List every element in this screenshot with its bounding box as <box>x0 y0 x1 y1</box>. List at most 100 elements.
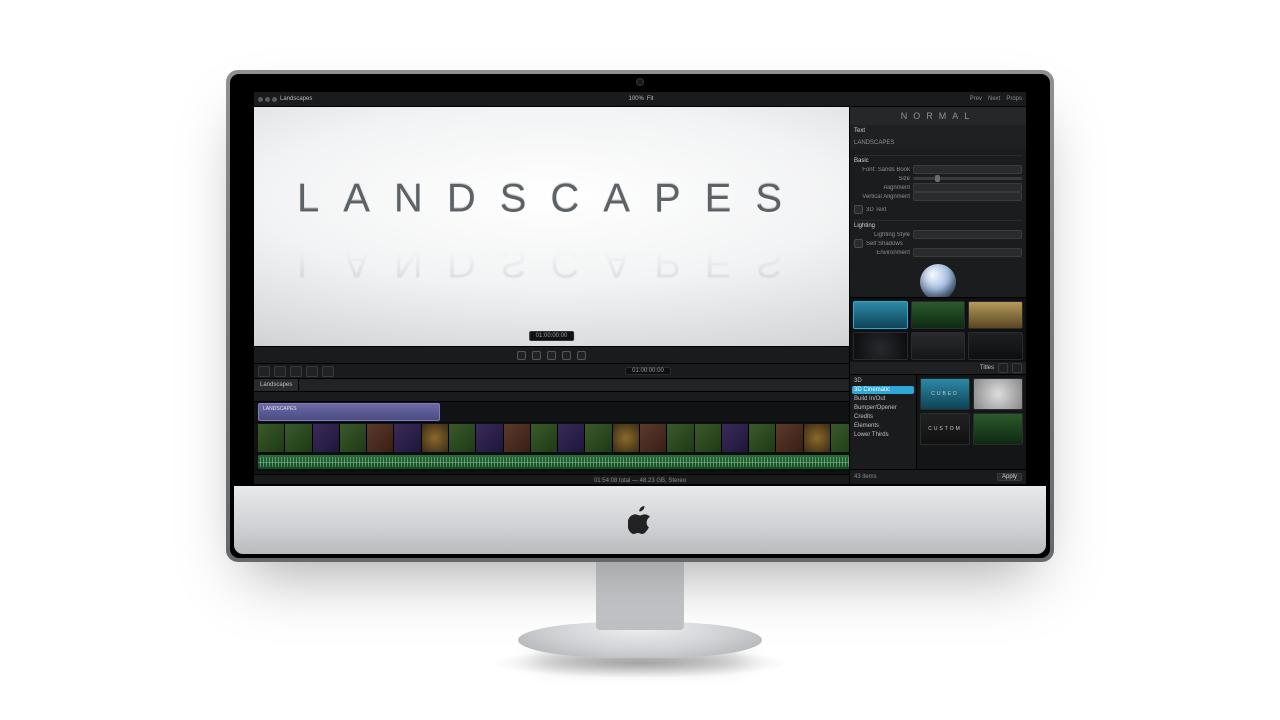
section-basic: Basic Font: Sands Book Size Alignment Ve… <box>854 153 1022 201</box>
valign-label: Vertical Alignment <box>854 194 910 200</box>
thumb <box>285 424 312 452</box>
tool-select[interactable] <box>258 366 270 377</box>
preset-2[interactable] <box>911 301 966 329</box>
thumb <box>776 424 803 452</box>
lighting-style-label: Lighting Style <box>854 232 910 238</box>
inspector-tab-text[interactable]: Text <box>850 125 1026 137</box>
timeline-tab[interactable]: Landscapes <box>254 379 299 391</box>
thumb <box>504 424 531 452</box>
browser-header: Titles <box>850 362 1026 375</box>
viewer-3d-title[interactable]: LANDSCAPES <box>297 177 806 222</box>
app-screen: Landscapes 100% Fit Prev Next Props <box>254 92 1026 484</box>
size-label: Size <box>854 176 910 182</box>
section-3d-text: 3D Text <box>854 205 1022 214</box>
thumb <box>340 424 367 452</box>
preset-5[interactable] <box>911 332 966 360</box>
category-item[interactable]: Bumper/Opener <box>852 404 914 412</box>
timeline-timecode[interactable]: 01:00:00:00 <box>625 367 671 375</box>
play-button[interactable] <box>547 351 556 360</box>
title-preset[interactable] <box>973 413 1023 445</box>
title-preset[interactable]: CUBED <box>920 378 970 410</box>
imac: Landscapes 100% Fit Prev Next Props <box>226 70 1054 562</box>
material-presets <box>850 297 1026 363</box>
fit-button[interactable]: Fit <box>647 96 654 102</box>
tool-position[interactable] <box>290 366 302 377</box>
tool-blade[interactable] <box>322 366 334 377</box>
title-preset[interactable] <box>973 378 1023 410</box>
inspector-mode[interactable]: NORMAL <box>850 107 1026 125</box>
nav-props[interactable]: Props <box>1006 96 1022 102</box>
3dtext-checkbox[interactable] <box>854 205 863 214</box>
browser-footer: 43 items Apply <box>850 469 1026 484</box>
valign-select[interactable] <box>913 192 1022 201</box>
thumb <box>722 424 749 452</box>
size-slider[interactable] <box>913 177 1022 180</box>
zoom-level[interactable]: 100% <box>628 96 643 102</box>
category-item[interactable]: Elements <box>852 422 914 430</box>
titlebar-nav: Prev Next Props <box>970 96 1022 102</box>
font-label: Font: Sands Book <box>854 167 910 173</box>
prev-frame-button[interactable] <box>532 351 541 360</box>
skip-back-button[interactable] <box>517 351 526 360</box>
thumb <box>531 424 558 452</box>
category-item[interactable]: 3D Cinematic <box>852 386 914 394</box>
category-item[interactable]: Lower Thirds <box>852 431 914 439</box>
viewer[interactable]: LANDSCAPES LANDSCAPES 01:00:00:00 <box>254 107 849 363</box>
title-clip[interactable]: LANDSCAPES <box>258 403 440 421</box>
nav-prev[interactable]: Prev <box>970 96 982 102</box>
zoom-icon[interactable] <box>272 97 277 102</box>
close-icon[interactable] <box>258 97 263 102</box>
browser-body: 3D 3D Cinematic Build In/Out Bumper/Open… <box>850 375 1026 469</box>
thumb <box>449 424 476 452</box>
preset-1[interactable] <box>853 301 908 329</box>
category-item[interactable]: Build In/Out <box>852 395 914 403</box>
self-shadows-checkbox[interactable] <box>854 239 863 248</box>
thumb <box>667 424 694 452</box>
environment-select[interactable] <box>913 248 1022 257</box>
thumb <box>476 424 503 452</box>
category-item[interactable]: 3D <box>852 377 914 385</box>
thumb <box>422 424 449 452</box>
browser-view-grid-icon[interactable] <box>998 363 1008 373</box>
imac-bezel: Landscapes 100% Fit Prev Next Props <box>226 70 1054 562</box>
environment-preview[interactable] <box>854 259 1022 297</box>
alignment-select[interactable] <box>913 183 1022 192</box>
font-select[interactable] <box>913 165 1022 174</box>
title-preset[interactable]: CUSTOM <box>920 413 970 445</box>
category-item[interactable]: Credits <box>852 413 914 421</box>
skip-fwd-button[interactable] <box>577 351 586 360</box>
browser-view-list-icon[interactable] <box>1012 363 1022 373</box>
environment-label: Environment <box>854 250 910 256</box>
preset-4[interactable] <box>853 332 908 360</box>
minimize-icon[interactable] <box>265 97 270 102</box>
apple-logo-icon <box>628 506 652 534</box>
lighting-style-select[interactable] <box>913 230 1022 239</box>
tool-range[interactable] <box>306 366 318 377</box>
thumb <box>749 424 776 452</box>
sphere-icon <box>920 264 956 297</box>
thumb <box>313 424 340 452</box>
next-frame-button[interactable] <box>562 351 571 360</box>
thumb <box>695 424 722 452</box>
browser-header-label: Titles <box>980 365 994 371</box>
thumb <box>613 424 640 452</box>
imac-bezel-inner: Landscapes 100% Fit Prev Next Props <box>230 74 1050 558</box>
titles-browser: Titles 3D 3D Cinematic Build In/Out Bump… <box>849 362 1026 484</box>
inspector-title-value[interactable]: LANDSCAPES <box>850 137 1026 149</box>
preset-6[interactable] <box>968 332 1023 360</box>
thumb <box>585 424 612 452</box>
traffic-lights[interactable] <box>258 97 277 102</box>
preset-3[interactable] <box>968 301 1023 329</box>
viewer-3d-reflection: LANDSCAPES <box>297 240 806 285</box>
title-clip-label: LANDSCAPES <box>263 406 297 412</box>
apply-button[interactable]: Apply <box>997 473 1022 481</box>
viewer-timecode[interactable]: 01:00:00:00 <box>529 331 575 341</box>
project-title: Landscapes <box>280 96 312 102</box>
thumb <box>258 424 285 452</box>
inspector-body: Basic Font: Sands Book Size Alignment Ve… <box>850 149 1026 297</box>
transport-bar: 01:00:00:00 <box>254 346 849 363</box>
tool-trim[interactable] <box>274 366 286 377</box>
thumb <box>394 424 421 452</box>
nav-next[interactable]: Next <box>988 96 1000 102</box>
upper-pane: LANDSCAPES LANDSCAPES 01:00:00:00 <box>254 107 1026 363</box>
